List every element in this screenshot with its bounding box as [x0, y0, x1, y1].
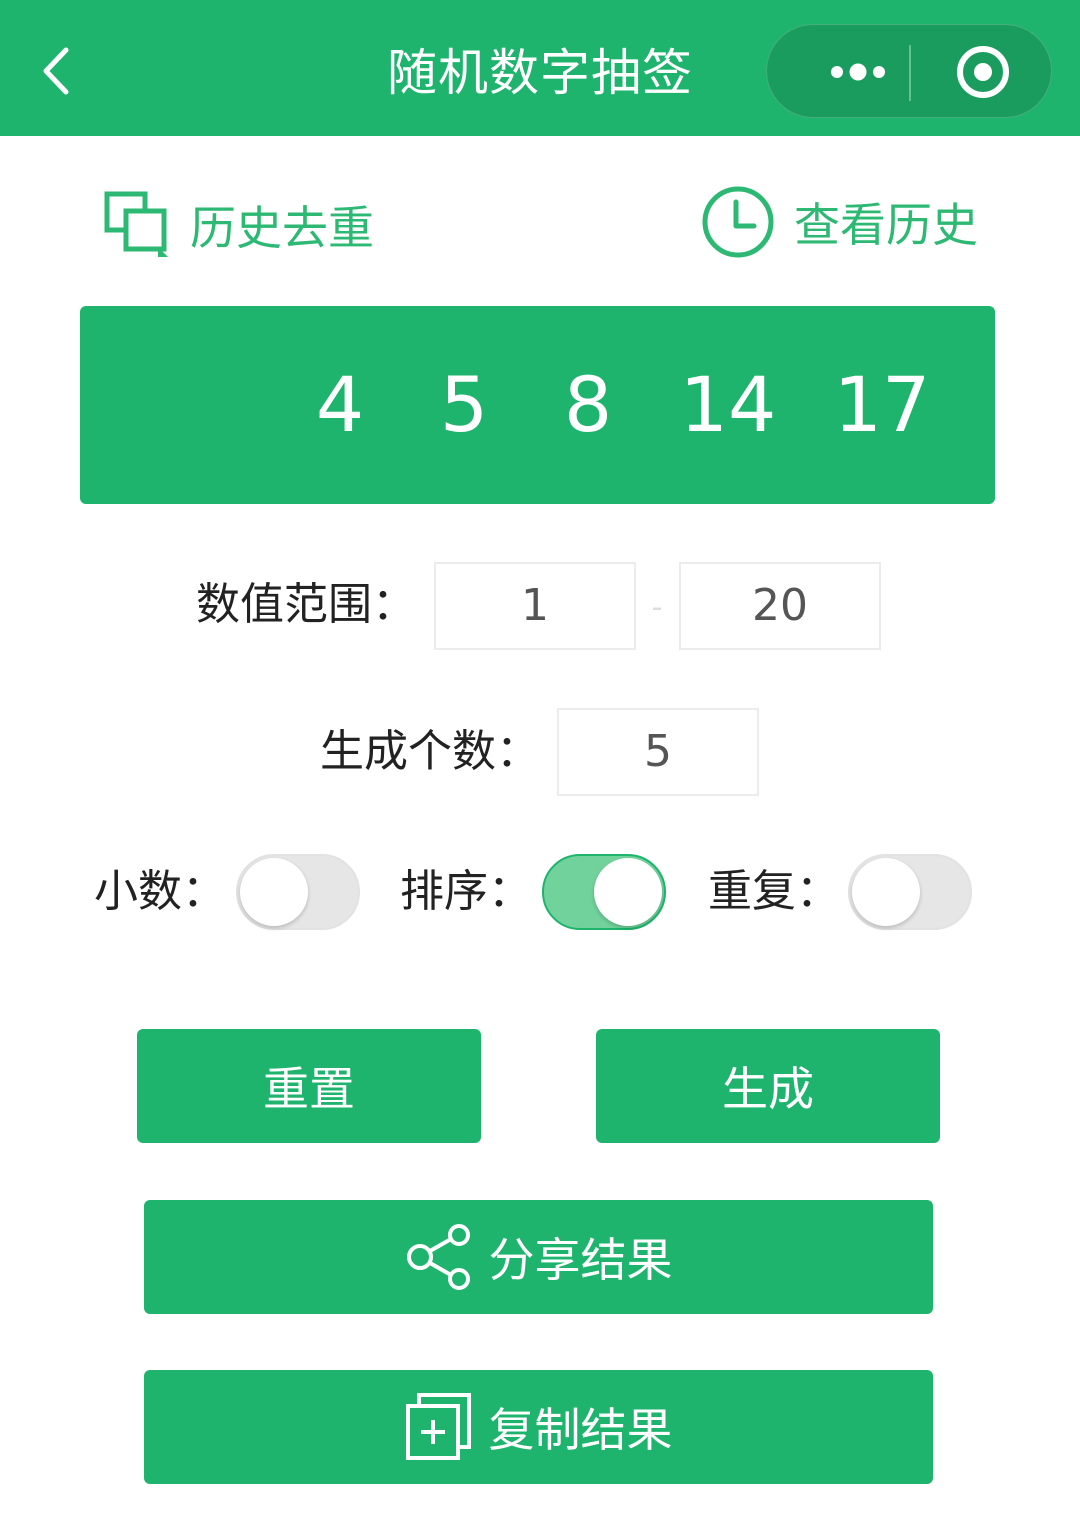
decimal-toggle-label: 小数： — [94, 866, 226, 917]
copy-result-button[interactable]: 复制结果 — [144, 1370, 933, 1484]
toggle-knob — [852, 858, 920, 926]
generate-button-label: 生成 — [722, 1062, 814, 1116]
repeat-toggle[interactable] — [848, 854, 972, 930]
copy-add-icon — [405, 1393, 471, 1460]
result-number: 17 — [833, 360, 931, 449]
sort-toggle-label: 排序： — [400, 866, 532, 917]
nav-bar: 随机数字抽签 — [0, 0, 1080, 136]
history-dedupe-link[interactable]: 历史去重 — [104, 190, 374, 260]
capsule-divider — [909, 45, 911, 101]
repeat-toggle-label: 重复： — [708, 866, 840, 917]
copy-window-icon — [104, 191, 168, 257]
more-dots-icon — [831, 63, 885, 81]
sort-toggle[interactable] — [542, 854, 666, 930]
share-icon — [406, 1224, 470, 1290]
mini-program-capsule — [766, 24, 1052, 118]
target-circle-icon — [957, 46, 1009, 98]
result-panel: 4 5 8 14 17 — [80, 306, 995, 504]
more-button[interactable] — [789, 25, 909, 119]
share-result-button[interactable]: 分享结果 — [144, 1200, 933, 1314]
share-result-label: 分享结果 — [488, 1233, 673, 1287]
range-min-input[interactable]: 1 — [434, 562, 636, 650]
view-history-link[interactable]: 查看历史 — [700, 184, 978, 260]
reset-button-label: 重置 — [263, 1062, 355, 1116]
clock-icon — [702, 186, 774, 258]
result-number: 4 — [315, 360, 365, 449]
history-dedupe-label: 历史去重 — [190, 201, 374, 255]
count-input[interactable]: 5 — [557, 708, 759, 796]
result-number: 14 — [679, 360, 777, 449]
range-label: 数值范围： — [196, 579, 416, 630]
range-separator: - — [651, 590, 663, 625]
toggle-knob — [240, 858, 308, 926]
count-label: 生成个数： — [320, 726, 540, 777]
result-number: 5 — [439, 360, 489, 449]
copy-result-label: 复制结果 — [488, 1403, 673, 1457]
range-max-input[interactable]: 20 — [679, 562, 881, 650]
generate-button[interactable]: 生成 — [596, 1029, 940, 1143]
view-history-label: 查看历史 — [794, 198, 978, 252]
result-number: 8 — [563, 360, 613, 449]
reset-button[interactable]: 重置 — [137, 1029, 481, 1143]
decimal-toggle[interactable] — [236, 854, 360, 930]
toggle-knob — [594, 858, 662, 926]
close-button[interactable] — [943, 25, 1033, 119]
